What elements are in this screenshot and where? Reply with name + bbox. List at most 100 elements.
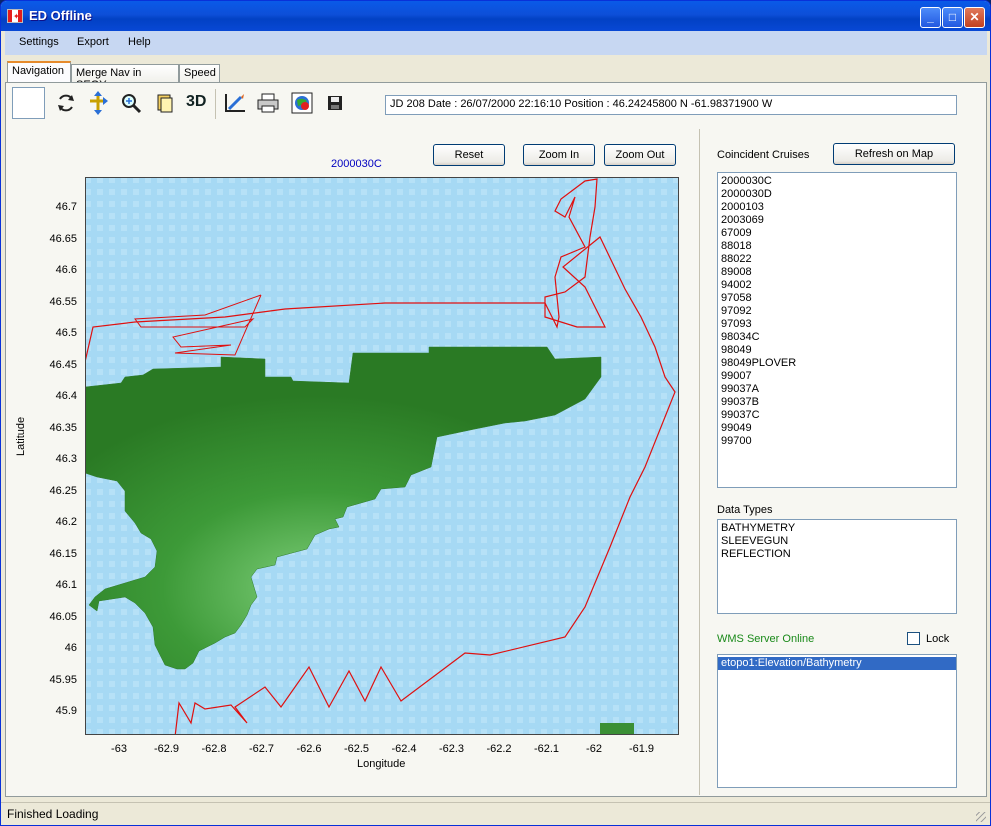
refresh-on-map-button[interactable]: Refresh on Map [833, 143, 955, 165]
cruise-list-item[interactable]: 97092 [718, 305, 956, 318]
plot-frame [85, 177, 679, 735]
cruise-list-item[interactable]: 99037A [718, 383, 956, 396]
y-tick-label: 45.95 [49, 673, 77, 686]
app-window: ✦ ED Offline _ □ ✕ Settings Export Help … [0, 0, 991, 826]
cruise-list-item[interactable]: 2000103 [718, 201, 956, 214]
zoom-out-button[interactable]: Zoom Out [604, 144, 676, 166]
y-tick-label: 46.15 [49, 547, 77, 560]
layers-icon[interactable] [151, 89, 179, 117]
x-tick-label: -62.6 [296, 743, 322, 755]
lock-checkbox[interactable] [907, 632, 920, 645]
tab-merge-nav-in-segy[interactable]: Merge Nav in SEGY [71, 64, 179, 91]
cruise-list-item[interactable]: 88022 [718, 253, 956, 266]
print-icon[interactable] [254, 89, 282, 117]
menu-export[interactable]: Export [77, 36, 109, 48]
x-axis-label: Longitude [357, 758, 406, 770]
data-type-item[interactable]: SLEEVEGUN [718, 535, 956, 548]
panel-divider[interactable] [699, 129, 700, 795]
cruise-list-item[interactable]: 89008 [718, 266, 956, 279]
y-axis-label: Latitude [15, 416, 27, 456]
x-tick-label: -61.9 [628, 743, 655, 755]
y-tick-label: 46.7 [55, 201, 77, 213]
close-button[interactable]: ✕ [964, 7, 985, 28]
data-types-label: Data Types [717, 504, 773, 516]
y-tick-label: 46.35 [49, 421, 77, 434]
edit-chart-icon[interactable] [221, 89, 249, 117]
menu-bar: Settings Export Help [5, 31, 987, 55]
cruise-list-item[interactable]: 97093 [718, 318, 956, 331]
position-readout: JD 208 Date : 26/07/2000 22:16:10 Positi… [385, 95, 957, 115]
cruise-list-item[interactable]: 99007 [718, 370, 956, 383]
y-tick-label: 46.3 [55, 453, 77, 465]
export-globe-icon[interactable] [288, 89, 316, 117]
y-tick-label: 46.5 [55, 327, 77, 339]
cruise-list-item[interactable]: 98049PLOVER [718, 357, 956, 370]
cruise-list-item[interactable]: 88018 [718, 240, 956, 253]
three-d-button[interactable]: 3D [186, 93, 206, 111]
canada-flag-icon: ✦ [7, 9, 23, 23]
wms-layer-item[interactable]: etopo1:Elevation/Bathymetry [718, 657, 956, 670]
y-tick-label: 46.45 [49, 358, 77, 371]
x-tick-label: -62.9 [153, 743, 180, 755]
menu-settings[interactable]: Settings [19, 36, 59, 48]
pan-arrows-icon[interactable] [84, 89, 112, 117]
data-type-item[interactable]: BATHYMETRY [718, 522, 956, 535]
y-tick-label: 46.6 [55, 264, 77, 276]
x-tick-label: -62.8 [201, 743, 227, 755]
coincident-cruises-list[interactable]: 2000030C 2000030D 2000103 2003069 67009 88018… [717, 172, 957, 488]
y-tick-label: 46.55 [49, 295, 77, 308]
cruise-list-item[interactable]: 2003069 [718, 214, 956, 227]
y-tick-label: 46 [64, 642, 77, 654]
data-type-item[interactable]: REFLECTION [718, 548, 956, 561]
reset-button[interactable]: Reset [433, 144, 505, 166]
cruise-list-item[interactable]: 2000030C [718, 175, 956, 188]
y-tick-label: 46.4 [55, 390, 77, 402]
x-tick-label: -63 [111, 743, 127, 755]
y-tick-label: 45.9 [55, 705, 77, 717]
cruise-list-item[interactable]: 98049 [718, 344, 956, 357]
wms-status: WMS Server Online [717, 633, 815, 645]
menu-help[interactable]: Help [128, 36, 151, 48]
lock-label: Lock [926, 633, 950, 645]
y-tick-label: 46.1 [55, 579, 77, 591]
color-swatch-button[interactable] [12, 87, 45, 119]
x-tick-label: -62.3 [438, 743, 465, 755]
tab-speed[interactable]: Speed [179, 64, 220, 83]
cruise-list-item[interactable]: 98034C [718, 331, 956, 344]
zoom-in-button[interactable]: Zoom In [523, 144, 595, 166]
cruise-list-item[interactable]: 2000030D [718, 188, 956, 201]
status-bar: Finished Loading [1, 802, 990, 825]
cruise-list-item[interactable]: 99700 [718, 435, 956, 448]
window-title: ED Offline [29, 8, 92, 23]
cruise-list-item[interactable]: 67009 [718, 227, 956, 240]
title-bar[interactable]: ✦ ED Offline _ □ ✕ [1, 1, 990, 31]
cruise-list-item[interactable]: 99037B [718, 396, 956, 409]
save-disk-icon[interactable] [321, 89, 349, 117]
cruise-list-item[interactable]: 99037C [718, 409, 956, 422]
data-types-list[interactable]: BATHYMETRY SLEEVEGUN REFLECTION [717, 519, 957, 614]
tab-strip: Navigation Merge Nav in SEGY Speed [5, 61, 987, 91]
cruise-list-item[interactable]: 94002 [718, 279, 956, 292]
x-tick-label: -62.5 [343, 743, 370, 755]
zoom-magnifier-icon[interactable] [117, 89, 145, 117]
x-tick-label: -62 [586, 743, 602, 755]
tab-navigation[interactable]: Navigation [7, 61, 71, 83]
refresh-icon[interactable] [52, 89, 80, 117]
x-tick-label: -62.4 [391, 743, 417, 755]
y-tick-label: 46.25 [49, 484, 77, 497]
maximize-button[interactable]: □ [942, 7, 963, 28]
map-title: 2000030C [331, 158, 382, 170]
wms-layers-list[interactable]: etopo1:Elevation/Bathymetry [717, 654, 957, 788]
cruise-list-item[interactable]: 99049 [718, 422, 956, 435]
toolbar-separator [215, 89, 216, 119]
resize-grip[interactable] [976, 812, 986, 822]
x-tick-label: -62.7 [248, 743, 275, 755]
coincident-cruises-label: Coincident Cruises [717, 149, 810, 161]
status-text: Finished Loading [7, 807, 99, 821]
y-tick-label: 46.2 [55, 516, 77, 528]
x-tick-label: -62.2 [486, 743, 512, 755]
x-tick-label: -62.1 [533, 743, 560, 755]
cruise-list-item[interactable]: 97058 [718, 292, 956, 305]
minimize-button[interactable]: _ [920, 7, 941, 28]
y-tick-label: 46.65 [49, 232, 77, 245]
